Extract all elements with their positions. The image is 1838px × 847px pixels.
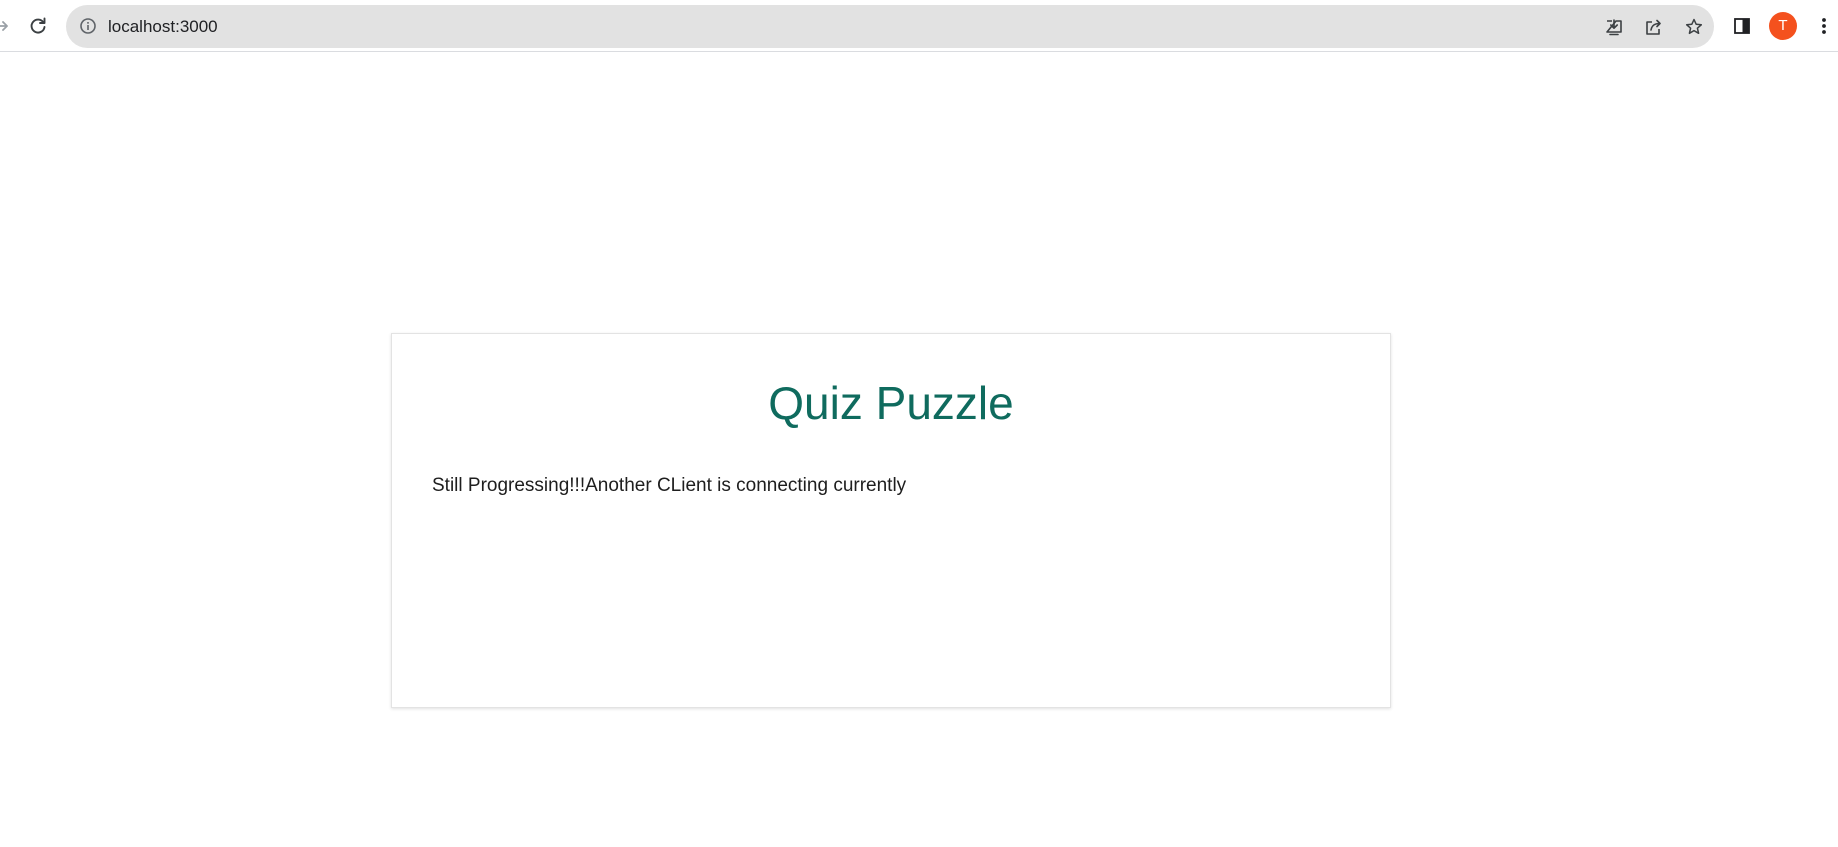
status-message: Still Progressing!!!Another CLient is co… xyxy=(432,475,907,496)
reload-button[interactable] xyxy=(24,12,52,40)
page-title: Quiz Puzzle xyxy=(768,377,1014,429)
url-text[interactable]: localhost:3000 xyxy=(108,17,218,37)
address-bar[interactable]: localhost:3000 xyxy=(66,5,1714,48)
share-icon xyxy=(1646,19,1661,35)
forward-button[interactable] xyxy=(0,12,16,40)
kebab-menu-icon xyxy=(1822,18,1826,34)
info-icon[interactable] xyxy=(78,16,98,36)
forward-arrow-icon xyxy=(0,21,8,31)
browser-toolbar: localhost:3000 T xyxy=(0,0,1838,52)
profile-avatar[interactable]: T xyxy=(1769,12,1797,40)
browser-menu-button[interactable] xyxy=(1810,12,1838,40)
install-app-button[interactable] xyxy=(1602,15,1626,39)
reload-icon xyxy=(30,17,46,34)
quiz-card: Quiz Puzzle Still Progressing!!!Another … xyxy=(391,333,1391,708)
star-icon xyxy=(1685,18,1703,35)
bookmark-button[interactable] xyxy=(1682,15,1706,39)
install-app-icon xyxy=(1606,19,1622,36)
share-button[interactable] xyxy=(1642,15,1666,39)
side-panel-button[interactable] xyxy=(1728,12,1756,40)
side-panel-icon xyxy=(1734,18,1750,34)
